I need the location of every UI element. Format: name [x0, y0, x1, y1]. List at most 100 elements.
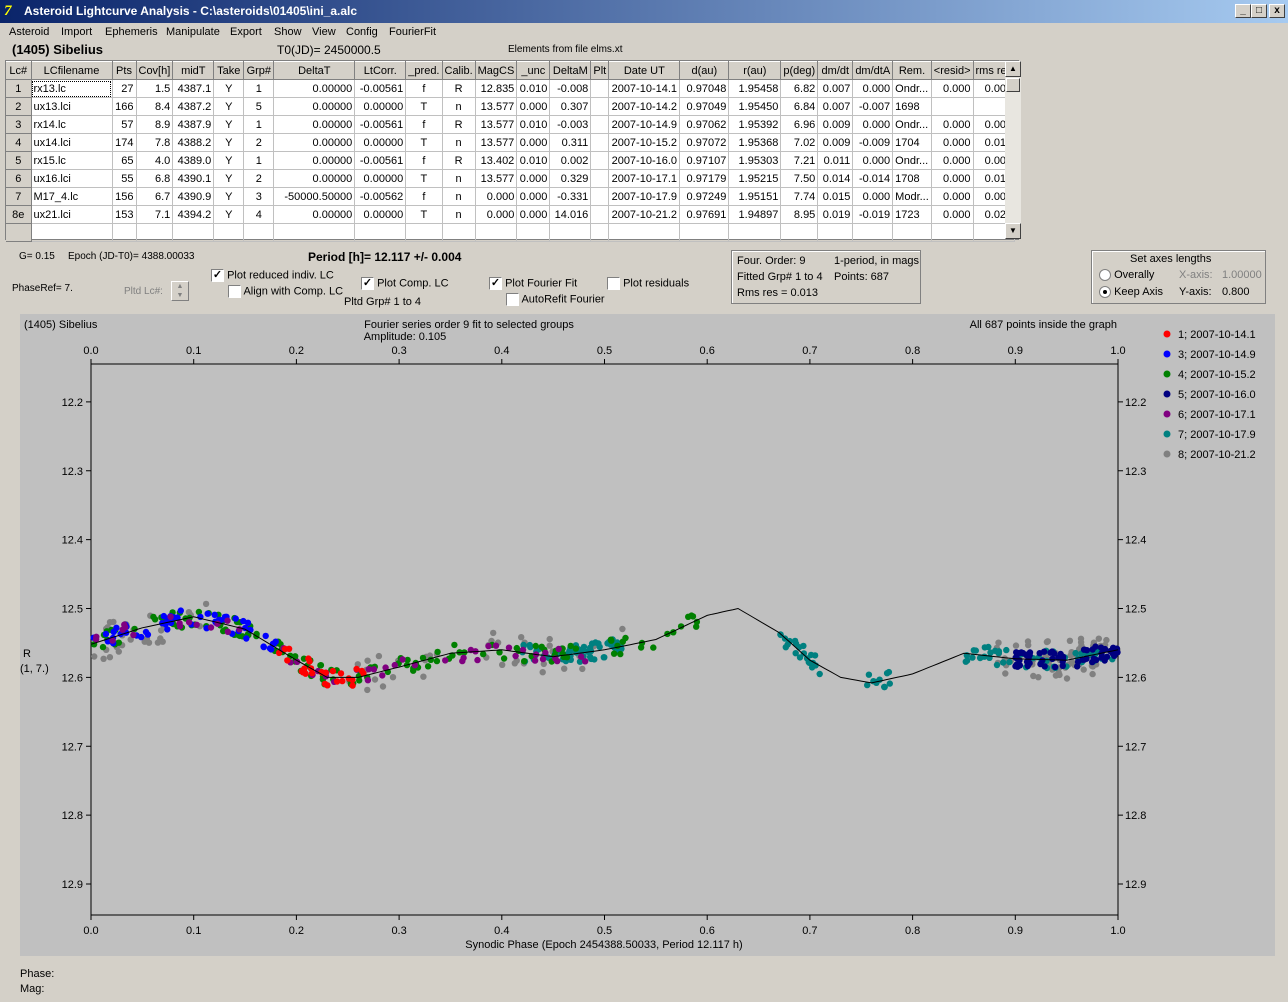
table-cell[interactable]: 0.000	[931, 187, 974, 206]
table-cell[interactable]: Y	[213, 151, 245, 170]
minimize-button[interactable]: _	[1235, 4, 1251, 18]
table-cell[interactable]: -0.009	[852, 133, 894, 152]
table-cell[interactable]: 0.014	[817, 169, 854, 188]
column-header[interactable]: midT	[172, 61, 215, 80]
table-cell[interactable]: 7.1	[136, 205, 174, 224]
table-cell[interactable]: 0.000	[475, 205, 518, 224]
table-cell[interactable]: 0.009	[817, 115, 854, 134]
table-cell[interactable]: 0.000	[516, 97, 551, 116]
table-cell[interactable]: 1	[243, 79, 275, 98]
table-cell[interactable]: 0.97249	[679, 187, 730, 206]
table-cell[interactable]: Y	[213, 97, 245, 116]
table-cell[interactable]: 8.95	[780, 205, 819, 224]
table-row[interactable]: 7 M17_4.lc 156 6.7 4390.9 Y 3 -50000.50000 -0.00…	[6, 187, 1016, 206]
menu-export[interactable]: Export	[230, 26, 262, 38]
overally-radio[interactable]: Overally	[1099, 269, 1154, 282]
table-cell[interactable]	[590, 79, 610, 98]
column-header[interactable]: <resid>	[931, 61, 974, 80]
table-cell[interactable]: 0.002	[549, 151, 592, 170]
plot-svg[interactable]: (1405) Sibelius Fourier series order 9 fi…	[20, 314, 1275, 956]
table-cell[interactable]: 0.007	[817, 79, 854, 98]
table-cell[interactable]: 0.00000	[273, 79, 356, 98]
plot-fourier-checkbox[interactable]: ✓ Plot Fourier Fit	[489, 277, 577, 290]
column-header[interactable]: _pred.	[405, 61, 443, 80]
table-cell[interactable]: ux16.lci	[31, 169, 113, 188]
table-cell[interactable]: 1.95303	[728, 151, 782, 170]
menu-fourierfit[interactable]: FourierFit	[389, 26, 436, 38]
table-cell[interactable]: R	[442, 115, 476, 134]
table-cell[interactable]: Y	[213, 79, 245, 98]
table-cell[interactable]: f	[405, 187, 443, 206]
table-cell[interactable]: 1.95151	[728, 187, 782, 206]
table-cell[interactable]	[590, 151, 610, 170]
table-cell[interactable]: -0.00561	[354, 151, 407, 170]
table-cell[interactable]: 5	[6, 151, 32, 170]
table-cell[interactable]	[852, 223, 894, 242]
table-cell[interactable]	[31, 223, 113, 242]
table-cell[interactable]: 14.016	[549, 205, 592, 224]
table-cell[interactable]: 0.97691	[679, 205, 730, 224]
table-cell[interactable]: 0.000	[852, 79, 894, 98]
table-cell[interactable]: 156	[112, 187, 137, 206]
scroll-thumb[interactable]	[1006, 78, 1020, 92]
table-cell[interactable]: 0.000	[931, 169, 974, 188]
table-cell[interactable]: 1.95458	[728, 79, 782, 98]
table-cell[interactable]: -0.003	[549, 115, 592, 134]
table-cell[interactable]: ux21.lci	[31, 205, 113, 224]
menu-show[interactable]: Show	[274, 26, 302, 38]
table-cell[interactable]: rx14.lc	[31, 115, 113, 134]
table-cell[interactable]: ux14.lci	[31, 133, 113, 152]
table-cell[interactable]: 2007-10-14.9	[608, 115, 681, 134]
table-cell[interactable]: M17_4.lc	[31, 187, 113, 206]
table-cell[interactable]: 0.000	[516, 205, 551, 224]
table-cell[interactable]: 4.0	[136, 151, 174, 170]
table-cell[interactable]	[172, 223, 215, 242]
table-cell[interactable]: -0.007	[852, 97, 894, 116]
plot-residuals-checkbox[interactable]: Plot residuals	[607, 277, 689, 290]
table-row[interactable]: 6 ux16.lci 55 6.8 4390.1 Y 2 0.00000 0.00000 Tn 13…	[6, 169, 1016, 188]
plot-comp-checkbox[interactable]: ✓ Plot Comp. LC	[361, 277, 449, 290]
table-row[interactable]: 4 ux14.lci 174 7.8 4388.2 Y 2 0.00000 0.00000 Tn 1…	[6, 133, 1016, 152]
table-cell[interactable]: 13.577	[475, 133, 518, 152]
table-cell[interactable]: 0.97049	[679, 97, 730, 116]
table-cell[interactable]: 8.4	[136, 97, 174, 116]
table-cell[interactable]: 27	[112, 79, 137, 98]
table-cell[interactable]: 4390.9	[172, 187, 215, 206]
table-cell[interactable]: 2007-10-14.1	[608, 79, 681, 98]
table-cell[interactable]: 1708	[892, 169, 932, 188]
align-comp-checkbox[interactable]: Align with Comp. LC	[228, 285, 343, 298]
plot-reduced-checkbox[interactable]: ✓ Plot reduced indiv. LC	[211, 269, 334, 282]
table-cell[interactable]	[516, 223, 551, 242]
table-cell[interactable]	[549, 223, 592, 242]
table-cell[interactable]: Y	[213, 169, 245, 188]
restore-button[interactable]: □	[1251, 4, 1267, 18]
column-header[interactable]: Lc#	[6, 61, 32, 80]
table-cell[interactable]: 0.011	[817, 151, 854, 170]
table-cell[interactable]: 3	[6, 115, 32, 134]
menu-view[interactable]: View	[312, 26, 336, 38]
table-cell[interactable]: n	[442, 97, 476, 116]
table-cell[interactable]: 4	[6, 133, 32, 152]
column-header[interactable]: r(au)	[728, 61, 782, 80]
table-cell[interactable]	[728, 223, 782, 242]
table-cell[interactable]	[590, 223, 610, 242]
xaxis-value[interactable]: 1.00000	[1222, 269, 1262, 281]
scroll-down-icon[interactable]: ▼	[1005, 223, 1021, 239]
table-row[interactable]: 1 rx13.lc 27 1.5 4387.1 Y 1 0.00000 -0.00561 f R 12…	[6, 79, 1016, 98]
table-cell[interactable]	[931, 223, 974, 242]
lightcurve-grid[interactable]: Lc# LCfilename Pts Cov[h] midT Take Grp# DeltaT…	[6, 61, 1016, 242]
close-button[interactable]: x	[1269, 4, 1285, 18]
table-cell[interactable]: 6	[6, 169, 32, 188]
table-cell[interactable]: T	[405, 169, 443, 188]
table-cell[interactable]: 0.00000	[273, 169, 356, 188]
table-cell[interactable]: 0.007	[817, 97, 854, 116]
table-cell[interactable]: ux13.lci	[31, 97, 113, 116]
table-cell[interactable]: 0.00000	[354, 133, 407, 152]
table-cell[interactable]: 0.329	[549, 169, 592, 188]
table-cell[interactable]	[679, 223, 730, 242]
table-cell[interactable]: 0.97179	[679, 169, 730, 188]
table-cell[interactable]: T	[405, 133, 443, 152]
table-cell[interactable]: 0.015	[817, 187, 854, 206]
table-cell[interactable]: n	[442, 133, 476, 152]
table-cell[interactable]: 0.000	[931, 205, 974, 224]
